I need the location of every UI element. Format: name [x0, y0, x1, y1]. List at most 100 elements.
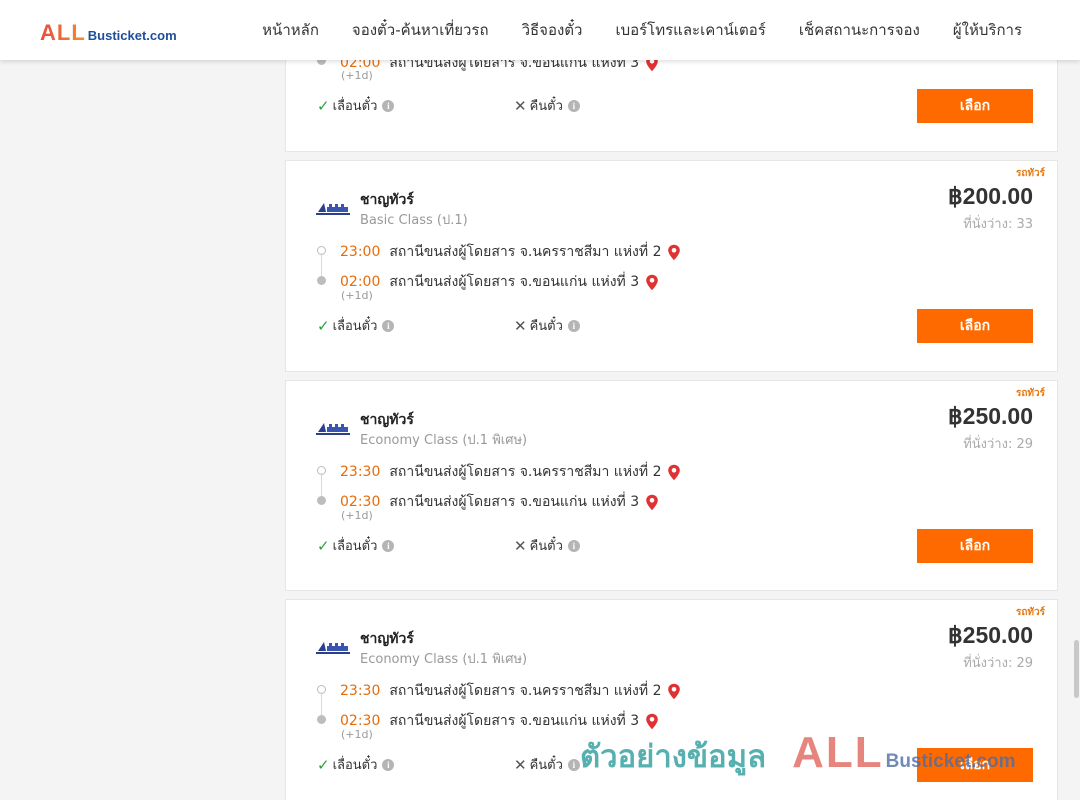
- trip-price: ฿250.00: [948, 622, 1033, 648]
- nav-book-search[interactable]: จองตั๋ว-ค้นหาเที่ยวรถ: [352, 18, 489, 42]
- select-button[interactable]: เลือก: [917, 89, 1033, 123]
- site-logo[interactable]: ALL Busticket.com: [40, 20, 177, 46]
- seats-available: ที่นั่งว่าง: 29: [963, 437, 1033, 452]
- select-button[interactable]: เลือก: [917, 309, 1033, 343]
- arrival-dot: [317, 276, 326, 285]
- site-header: ALL Busticket.com หน้าหลัก จองตั๋ว-ค้นหา…: [0, 0, 1080, 60]
- arrival-stop: 02:30 สถานีขนส่งผู้โดยสาร จ.ขอนแก่น แห่ง…: [340, 491, 659, 513]
- reschedule-option: ✓ เลื่อนตั๋ว i: [317, 95, 395, 116]
- departure-time: 23:30: [340, 464, 381, 480]
- refund-label: คืนตั๋ว: [529, 539, 563, 554]
- info-icon[interactable]: i: [382, 758, 395, 771]
- operator-name: ชาญทัวร์: [360, 631, 414, 647]
- trip-card: รถทัวร์ ชาญทัวร์ Economy Class (ป.1 พิเศ…: [285, 380, 1058, 591]
- select-button[interactable]: เลือก: [917, 748, 1033, 782]
- arrival-stop: 02:30 สถานีขนส่งผู้โดยสาร จ.ขอนแก่น แห่ง…: [340, 710, 659, 732]
- operator-logo: [316, 638, 350, 658]
- operator-name: ชาญทัวร์: [360, 192, 414, 208]
- trip-card: รถทัวร์ ชาญทัวร์ Basic Class (ป.1) ฿200.…: [285, 160, 1058, 372]
- main-nav: หน้าหลัก จองตั๋ว-ค้นหาเที่ยวรถ วิธีจองตั…: [229, 0, 1022, 60]
- cross-icon: ✕: [514, 536, 527, 555]
- bus-class: Economy Class (ป.1 พิเศษ): [360, 652, 528, 667]
- bus-type-tag: รถทัวร์: [1015, 168, 1045, 179]
- select-button[interactable]: เลือก: [917, 529, 1033, 563]
- nav-check-booking[interactable]: เช็คสถานะการจอง: [799, 18, 920, 42]
- bus-class: Economy Class (ป.1 พิเศษ): [360, 433, 528, 448]
- reschedule-option: ✓ เลื่อนตั๋ว i: [317, 754, 395, 775]
- reschedule-option: ✓ เลื่อนตั๋ว i: [317, 535, 395, 556]
- logo-domain-text: Busticket.com: [87, 28, 177, 43]
- map-pin-icon[interactable]: [667, 683, 681, 700]
- trip-price: ฿250.00: [948, 403, 1033, 429]
- arrival-place: สถานีขนส่งผู้โดยสาร จ.ขอนแก่น แห่งที่ 3: [389, 274, 640, 290]
- arrival-place: สถานีขนส่งผู้โดยสาร จ.ขอนแก่น แห่งที่ 3: [389, 494, 640, 510]
- cross-icon: ✕: [514, 755, 527, 774]
- arrival-dot: [317, 715, 326, 724]
- seats-available: ที่นั่งว่าง: 29: [963, 656, 1033, 671]
- reschedule-label: เลื่อนตั๋ว: [332, 99, 378, 114]
- page-scrollbar[interactable]: [1072, 0, 1080, 800]
- info-icon[interactable]: i: [567, 758, 580, 771]
- next-day-note: (+1d): [341, 69, 373, 82]
- check-icon: ✓: [317, 755, 330, 774]
- bus-class: Basic Class (ป.1): [360, 213, 468, 228]
- bus-type-tag: รถทัวร์: [1015, 607, 1045, 618]
- map-pin-icon[interactable]: [645, 274, 659, 291]
- departure-time: 23:30: [340, 683, 381, 699]
- next-day-note: (+1d): [341, 728, 373, 741]
- reschedule-label: เลื่อนตั๋ว: [332, 319, 378, 334]
- arrival-time: 02:30: [340, 494, 381, 510]
- refund-option: ✕ คืนตั๋ว i: [514, 535, 580, 556]
- departure-stop: 23:30 สถานีขนส่งผู้โดยสาร จ.นครราชสีมา แ…: [340, 461, 681, 483]
- operator-name: ชาญทัวร์: [360, 412, 414, 428]
- refund-option: ✕ คืนตั๋ว i: [514, 95, 580, 116]
- check-icon: ✓: [317, 96, 330, 115]
- departure-place: สถานีขนส่งผู้โดยสาร จ.นครราชสีมา แห่งที่…: [389, 464, 662, 480]
- arrival-place: สถานีขนส่งผู้โดยสาร จ.ขอนแก่น แห่งที่ 3: [389, 713, 640, 729]
- bus-type-tag: รถทัวร์: [1015, 388, 1045, 399]
- nav-operators[interactable]: ผู้ให้บริการ: [953, 18, 1022, 42]
- operator-logo: [316, 419, 350, 439]
- nav-phone-counters[interactable]: เบอร์โทรและเคาน์เตอร์: [615, 18, 765, 42]
- info-icon[interactable]: i: [567, 99, 580, 112]
- info-icon[interactable]: i: [567, 319, 580, 332]
- departure-place: สถานีขนส่งผู้โดยสาร จ.นครราชสีมา แห่งที่…: [389, 244, 662, 260]
- nav-how-to-book[interactable]: วิธีจองตั๋ว: [522, 18, 583, 42]
- scrollbar-thumb[interactable]: [1074, 640, 1079, 698]
- next-day-note: (+1d): [341, 289, 373, 302]
- map-pin-icon[interactable]: [667, 244, 681, 261]
- refund-label: คืนตั๋ว: [529, 758, 563, 773]
- refund-option: ✕ คืนตั๋ว i: [514, 315, 580, 336]
- arrival-stop: 02:00 สถานีขนส่งผู้โดยสาร จ.ขอนแก่น แห่ง…: [340, 271, 659, 293]
- refund-label: คืนตั๋ว: [529, 99, 563, 114]
- cross-icon: ✕: [514, 96, 527, 115]
- reschedule-label: เลื่อนตั๋ว: [332, 758, 378, 773]
- cross-icon: ✕: [514, 316, 527, 335]
- reschedule-option: ✓ เลื่อนตั๋ว i: [317, 315, 395, 336]
- departure-stop: 23:30 สถานีขนส่งผู้โดยสาร จ.นครราชสีมา แ…: [340, 680, 681, 702]
- next-day-note: (+1d): [341, 509, 373, 522]
- map-pin-icon[interactable]: [645, 494, 659, 511]
- seats-available: ที่นั่งว่าง: 33: [963, 217, 1033, 232]
- logo-all-text: ALL: [40, 20, 86, 45]
- trip-card: รถทัวร์ ชาญทัวร์ Economy Class (ป.1 พิเศ…: [285, 599, 1058, 800]
- info-icon[interactable]: i: [382, 539, 395, 552]
- check-icon: ✓: [317, 316, 330, 335]
- info-icon[interactable]: i: [567, 539, 580, 552]
- departure-time: 23:00: [340, 244, 381, 260]
- refund-option: ✕ คืนตั๋ว i: [514, 754, 580, 775]
- info-icon[interactable]: i: [382, 99, 395, 112]
- arrival-dot: [317, 496, 326, 505]
- check-icon: ✓: [317, 536, 330, 555]
- nav-home[interactable]: หน้าหลัก: [262, 18, 319, 42]
- map-pin-icon[interactable]: [645, 713, 659, 730]
- map-pin-icon[interactable]: [667, 464, 681, 481]
- trip-price: ฿200.00: [948, 183, 1033, 209]
- info-icon[interactable]: i: [382, 319, 395, 332]
- arrival-time: 02:30: [340, 713, 381, 729]
- operator-logo: [316, 199, 350, 219]
- reschedule-label: เลื่อนตั๋ว: [332, 539, 378, 554]
- arrival-time: 02:00: [340, 274, 381, 290]
- departure-stop: 23:00 สถานีขนส่งผู้โดยสาร จ.นครราชสีมา แ…: [340, 241, 681, 263]
- departure-place: สถานีขนส่งผู้โดยสาร จ.นครราชสีมา แห่งที่…: [389, 683, 662, 699]
